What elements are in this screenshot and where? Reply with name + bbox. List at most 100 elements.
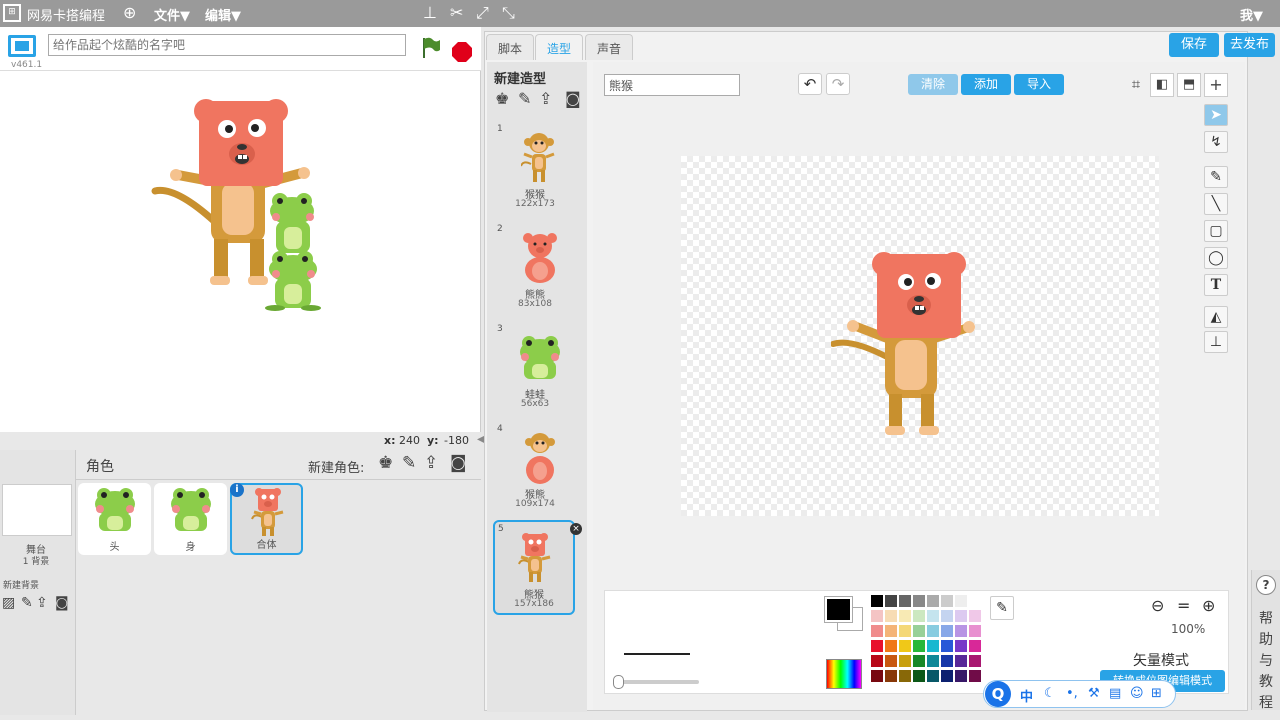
- costume-item[interactable]: 1 猴猴 122x173: [494, 122, 576, 218]
- color-swatch[interactable]: [969, 625, 981, 637]
- flip-vertical-icon[interactable]: ⬒: [1177, 73, 1201, 97]
- shrink-icon[interactable]: ⤡: [502, 3, 515, 23]
- costume-item-selected[interactable]: 5 熊猴 157x186: [493, 520, 575, 615]
- color-swatch[interactable]: [871, 640, 883, 652]
- color-swatch[interactable]: [941, 640, 953, 652]
- select-tool-icon[interactable]: ➤: [1204, 104, 1228, 126]
- color-swatch[interactable]: [899, 595, 911, 607]
- color-swatch[interactable]: [899, 640, 911, 652]
- publish-button[interactable]: 去发布: [1224, 33, 1275, 57]
- cut-icon[interactable]: ✂: [450, 3, 463, 22]
- delete-costume-icon[interactable]: ×: [570, 523, 582, 535]
- costume-item[interactable]: 3 蛙蛙 56x63: [494, 322, 576, 418]
- fullscreen-icon[interactable]: [8, 35, 36, 57]
- color-swatch[interactable]: [969, 610, 981, 622]
- primary-color-swatch[interactable]: [824, 596, 853, 623]
- sprite-card-body[interactable]: 身: [154, 483, 227, 555]
- color-swatch[interactable]: [871, 625, 883, 637]
- ime-logo-icon[interactable]: Q: [985, 681, 1011, 707]
- globe-icon[interactable]: ⊕: [123, 3, 136, 22]
- color-swatch[interactable]: [941, 670, 953, 682]
- user-menu[interactable]: 我▼: [1240, 5, 1263, 24]
- flip-horizontal-icon[interactable]: ◧: [1150, 73, 1174, 97]
- color-swatch[interactable]: [927, 595, 939, 607]
- color-swatch[interactable]: [871, 595, 883, 607]
- clipboard-icon[interactable]: ▤: [1109, 686, 1121, 701]
- upload-costume-icon[interactable]: ⇪: [539, 89, 552, 108]
- moon-icon[interactable]: ☾: [1044, 686, 1056, 701]
- help-icon[interactable]: ?: [1256, 575, 1276, 595]
- color-swatch[interactable]: [955, 655, 967, 667]
- ime-language[interactable]: 中: [1020, 686, 1033, 705]
- color-palette[interactable]: [871, 595, 983, 691]
- info-icon[interactable]: i: [230, 483, 244, 497]
- add-button[interactable]: 添加: [961, 74, 1011, 95]
- clear-button[interactable]: 清除: [908, 74, 958, 95]
- color-swatch[interactable]: [913, 640, 925, 652]
- color-swatch[interactable]: [969, 595, 981, 607]
- color-swatch[interactable]: [941, 655, 953, 667]
- text-tool-icon[interactable]: T: [1204, 274, 1228, 296]
- color-swatch[interactable]: [899, 625, 911, 637]
- color-swatch[interactable]: [885, 655, 897, 667]
- set-center-icon[interactable]: +: [1204, 73, 1228, 97]
- camera-costume-icon[interactable]: ◙: [565, 89, 581, 108]
- fill-tool-icon[interactable]: ◭: [1204, 306, 1228, 328]
- color-picker-icon[interactable]: [826, 659, 862, 689]
- emoji-icon[interactable]: ☺: [1130, 686, 1144, 701]
- color-swatch[interactable]: [899, 655, 911, 667]
- upload-sprite-icon[interactable]: ⇪: [424, 453, 438, 473]
- color-swatch[interactable]: [927, 655, 939, 667]
- camera-sprite-icon[interactable]: ◙: [450, 453, 467, 473]
- green-flag-icon[interactable]: [420, 36, 442, 60]
- edit-menu[interactable]: 编辑▼: [205, 5, 241, 24]
- stage-canvas[interactable]: [0, 71, 481, 432]
- sprite-library-icon[interactable]: ♚: [378, 453, 393, 473]
- file-menu[interactable]: 文件▼: [154, 5, 190, 24]
- color-swatch[interactable]: [885, 595, 897, 607]
- stamp-tool-icon[interactable]: ⊥: [1204, 331, 1228, 353]
- rectangle-tool-icon[interactable]: ▢: [1204, 220, 1228, 242]
- stamp-icon[interactable]: ⊥: [423, 3, 437, 22]
- slider-handle[interactable]: [613, 675, 624, 689]
- color-swatch[interactable]: [871, 655, 883, 667]
- zoom-in-icon[interactable]: ⊕: [1202, 596, 1215, 615]
- color-swatch[interactable]: [913, 670, 925, 682]
- color-swatch[interactable]: [913, 625, 925, 637]
- tab-costumes[interactable]: 造型: [535, 34, 584, 60]
- color-swatch[interactable]: [871, 670, 883, 682]
- costume-library-icon[interactable]: ♚: [495, 89, 509, 108]
- color-swatch[interactable]: [955, 670, 967, 682]
- crop-icon[interactable]: ⌗: [1124, 73, 1148, 97]
- costume-name-input[interactable]: [604, 74, 740, 96]
- reshape-tool-icon[interactable]: ↯: [1204, 131, 1228, 153]
- drawing-canvas[interactable]: [681, 156, 1159, 516]
- tab-scripts[interactable]: 脚本: [486, 34, 535, 60]
- color-swatch[interactable]: [955, 610, 967, 622]
- tab-sounds[interactable]: 声音: [585, 34, 634, 60]
- grow-icon[interactable]: ⤢: [476, 3, 489, 23]
- color-swatch[interactable]: [871, 610, 883, 622]
- project-title-input[interactable]: [48, 34, 406, 56]
- save-button[interactable]: 保存: [1169, 33, 1219, 57]
- color-swatch[interactable]: [885, 640, 897, 652]
- line-tool-icon[interactable]: ╲: [1204, 193, 1228, 215]
- color-swatch[interactable]: [955, 595, 967, 607]
- paint-costume-icon[interactable]: ✎: [518, 89, 531, 108]
- zoom-out-icon[interactable]: ⊖: [1151, 596, 1164, 615]
- color-swatch[interactable]: [885, 670, 897, 682]
- stage-thumbnail[interactable]: [2, 484, 72, 536]
- upload-backdrop-icon[interactable]: ⇪: [36, 595, 48, 611]
- paint-sprite-icon[interactable]: ✎: [402, 453, 416, 473]
- zoom-reset-icon[interactable]: =: [1177, 596, 1190, 615]
- color-swatch[interactable]: [969, 640, 981, 652]
- color-swatch[interactable]: [969, 655, 981, 667]
- eyedropper-icon[interactable]: ✎: [990, 596, 1014, 620]
- ellipse-tool-icon[interactable]: ◯: [1204, 247, 1228, 269]
- costume-item[interactable]: 2 熊熊 83x108: [494, 222, 576, 318]
- color-swatch[interactable]: [913, 610, 925, 622]
- color-swatch[interactable]: [955, 640, 967, 652]
- color-swatch[interactable]: [927, 640, 939, 652]
- import-button[interactable]: 导入: [1014, 74, 1064, 95]
- color-swatch[interactable]: [941, 610, 953, 622]
